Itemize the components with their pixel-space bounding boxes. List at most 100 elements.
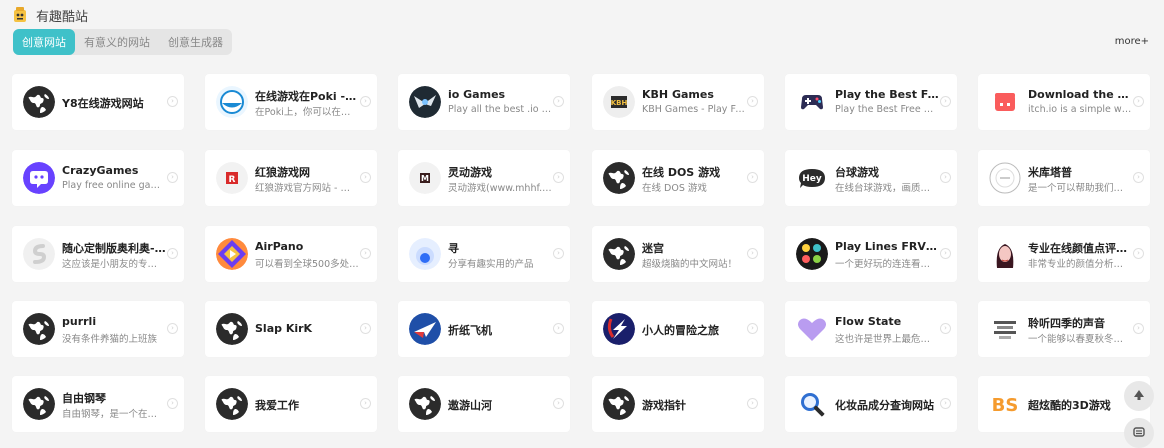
site-card[interactable]: Slap KirK ›	[205, 301, 377, 357]
chevron-right-icon[interactable]: ›	[553, 398, 564, 409]
site-card[interactable]: Play Lines FRVR - Relaxing 一个更好玩的连连看游戏›	[785, 226, 957, 282]
site-title: 超炫酷的3D游戏	[1028, 399, 1111, 412]
site-description: 在Poki上，你可以在学校或家里免费玩	[255, 107, 359, 118]
chevron-right-icon[interactable]: ›	[167, 172, 178, 183]
site-card[interactable]: 折纸飞机 ›	[398, 301, 570, 357]
site-card[interactable]: 我爱工作 ›	[205, 376, 377, 432]
site-card[interactable]: M 灵动游戏灵动游戏(www.mhhf.com)›	[398, 150, 570, 206]
chevron-right-icon[interactable]: ›	[747, 398, 758, 409]
chevron-right-icon[interactable]: ›	[940, 248, 951, 259]
chevron-right-icon[interactable]: ›	[747, 323, 758, 334]
site-card[interactable]: 专业在线颜值点评网站 非常专业的颜值分析系统 ›	[978, 226, 1150, 282]
site-description: 自由钢琴，是一个在线钢琴	[62, 409, 166, 420]
site-description: 红狼游戏官方网站 - 国内领先	[255, 183, 359, 194]
site-card[interactable]: 聆听四季的声音一个能够以春夏秋冬为主题的网站›	[978, 301, 1150, 357]
globe-icon	[23, 86, 55, 118]
chevron-right-icon[interactable]: ›	[360, 172, 371, 183]
site-card[interactable]: 遨游山河 ›	[398, 376, 570, 432]
chevron-right-icon[interactable]: ›	[1133, 248, 1144, 259]
bs-icon: BS	[989, 388, 1021, 420]
site-title: 小人的冒险之旅	[642, 324, 719, 337]
hey-icon: Hey	[796, 162, 828, 194]
site-card[interactable]: io Games Play all the best .io games›	[398, 74, 570, 130]
site-description: 非常专业的颜值分析系统	[1028, 259, 1132, 270]
site-card[interactable]: Hey 台球游戏 在线台球游戏，画质很不错 ›	[785, 150, 957, 206]
site-title: 在线游戏在Poki - 免费玩！	[255, 90, 359, 103]
chevron-right-icon[interactable]: ›	[747, 172, 758, 183]
tab-meaningful-sites[interactable]: 有意义的网站	[75, 29, 159, 55]
chevron-right-icon[interactable]: ›	[940, 398, 951, 409]
site-description: 这应该是小朋友的专属网站	[62, 259, 166, 270]
globe-icon	[216, 313, 248, 345]
site-card[interactable]: R 红狼游戏网红狼游戏官方网站 - 国内领先›	[205, 150, 377, 206]
tab-creative-sites[interactable]: 创意网站	[13, 29, 75, 55]
brand-icon	[12, 6, 28, 24]
site-title: purrli	[62, 315, 97, 328]
site-description: 一个更好玩的连连看游戏	[835, 259, 939, 270]
svg-text:KBH: KBH	[611, 99, 628, 107]
site-card[interactable]: CrazyGames Play free online games ›	[12, 150, 184, 206]
site-card[interactable]: BS超炫酷的3D游戏›	[978, 376, 1150, 432]
chevron-right-icon[interactable]: ›	[1133, 96, 1144, 107]
site-card[interactable]: 游戏指针 ›	[592, 376, 764, 432]
site-card[interactable]: Play the Best Free Online Games Play the …	[785, 74, 957, 130]
site-card[interactable]: KBH KBH Games KBH Games - Play Free Online…	[592, 74, 764, 130]
category-tabs: 创意网站 有意义的网站 创意生成器	[13, 29, 232, 55]
site-card[interactable]: Download the latest indie games itch.io i…	[978, 74, 1150, 130]
svg-text:R: R	[229, 175, 236, 185]
site-card[interactable]: Flow State 这也许是世界上最危险的网站›	[785, 301, 957, 357]
chevron-right-icon[interactable]: ›	[553, 323, 564, 334]
chevron-right-icon[interactable]: ›	[167, 398, 178, 409]
site-card[interactable]: 自由钢琴 自由钢琴，是一个在线钢琴 ›	[12, 376, 184, 432]
redwolf-icon: R	[216, 162, 248, 194]
site-title: 游戏指针	[642, 399, 686, 412]
chevron-right-icon[interactable]: ›	[553, 96, 564, 107]
site-title: 红狼游戏网	[255, 166, 310, 179]
lingdong-icon: M	[409, 162, 441, 194]
site-description: 是一个可以帮助我们释放压力	[1028, 183, 1132, 194]
crazygames-icon	[23, 162, 55, 194]
chevron-right-icon[interactable]: ›	[167, 248, 178, 259]
site-card[interactable]: 迷宫 超级烧脑的中文网站！ ›	[592, 226, 764, 282]
seasons-icon	[989, 313, 1021, 345]
chevron-right-icon[interactable]: ›	[360, 398, 371, 409]
site-title: 随心定制版奥利奥-奥利奥生成器	[62, 242, 166, 255]
site-card[interactable]: 随心定制版奥利奥-奥利奥生成器这应该是小朋友的专属网站›	[12, 226, 184, 282]
face-icon	[989, 238, 1021, 270]
site-card[interactable]: AirPano 可以看到全球500多处景点 ›	[205, 226, 377, 282]
site-card[interactable]: 寻分享有趣实用的产品 ›	[398, 226, 570, 282]
site-title: Download the latest indie games	[1028, 88, 1132, 101]
site-title: 我爱工作	[255, 399, 299, 412]
chevron-right-icon[interactable]: ›	[940, 323, 951, 334]
chevron-right-icon[interactable]: ›	[167, 323, 178, 334]
chevron-right-icon[interactable]: ›	[360, 248, 371, 259]
search-lens-icon	[796, 388, 828, 420]
chevron-right-icon[interactable]: ›	[167, 96, 178, 107]
site-card[interactable]: 在线 DOS 游戏 在线 DOS 游戏 ›	[592, 150, 764, 206]
chevron-right-icon[interactable]: ›	[1133, 323, 1144, 334]
site-title: Flow State	[835, 315, 902, 328]
chevron-right-icon[interactable]: ›	[360, 96, 371, 107]
chevron-right-icon[interactable]: ›	[553, 172, 564, 183]
chevron-right-icon[interactable]: ›	[747, 96, 758, 107]
tab-creative-generators[interactable]: 创意生成器	[159, 29, 232, 55]
site-card[interactable]: 小人的冒险之旅 ›	[592, 301, 764, 357]
back-to-top-button[interactable]	[1124, 381, 1154, 411]
site-card[interactable]: 在线游戏在Poki - 免费玩！ 在Poki上，你可以在学校或家里免费玩›	[205, 74, 377, 130]
site-description: Play free online games	[62, 180, 166, 191]
site-card[interactable]: 米库塔普是一个可以帮助我们释放压力›	[978, 150, 1150, 206]
globe-icon	[23, 313, 55, 345]
chevron-right-icon[interactable]: ›	[1133, 172, 1144, 183]
chevron-right-icon[interactable]: ›	[360, 323, 371, 334]
site-card[interactable]: 化妆品成分查询网站 ›	[785, 376, 957, 432]
chevron-right-icon[interactable]: ›	[940, 172, 951, 183]
kbh-icon: KBH	[603, 86, 635, 118]
site-card[interactable]: purrli 没有条件养猫的上班族 ›	[12, 301, 184, 357]
chevron-right-icon[interactable]: ›	[940, 96, 951, 107]
chevron-right-icon[interactable]: ›	[553, 248, 564, 259]
site-card[interactable]: Y8在线游戏网站 ›	[12, 74, 184, 130]
chevron-right-icon[interactable]: ›	[747, 248, 758, 259]
more-link[interactable]: more+	[1115, 36, 1149, 47]
site-title: 聆听四季的声音	[1028, 317, 1105, 330]
site-title: KBH Games	[642, 88, 714, 101]
